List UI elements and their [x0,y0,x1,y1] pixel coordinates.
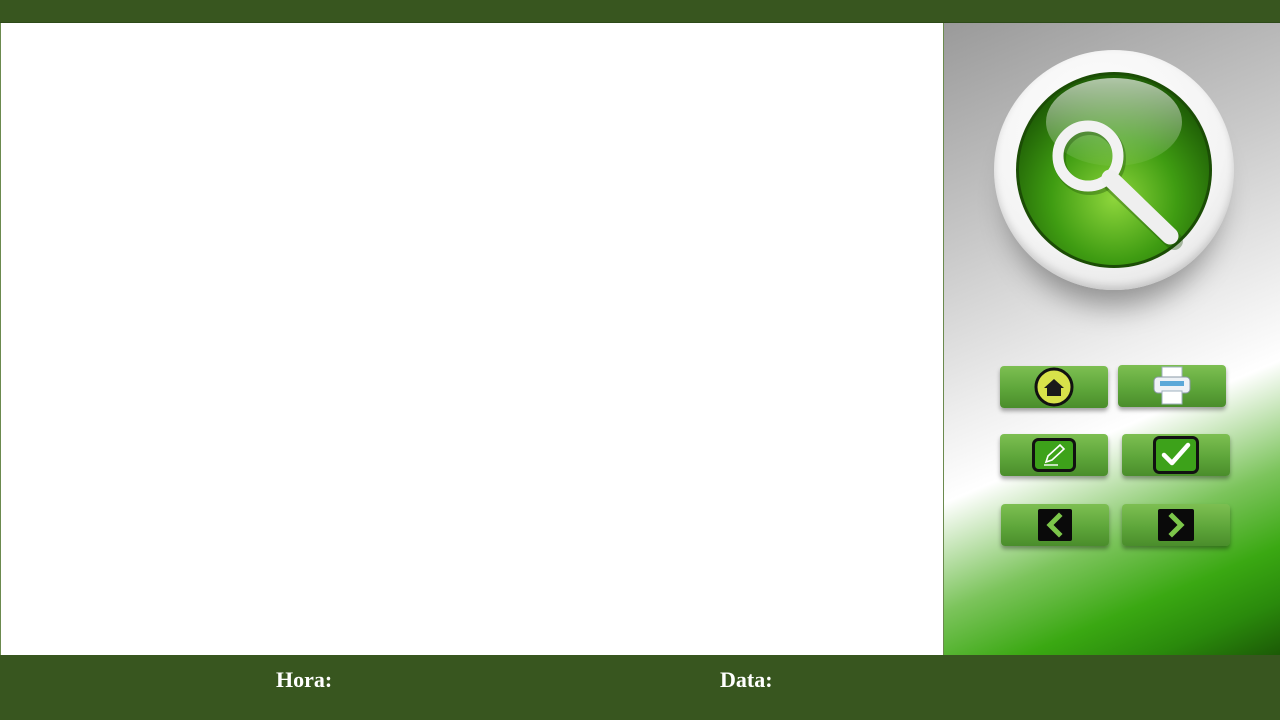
confirm-button[interactable] [1122,434,1230,476]
chevron-left-icon [1038,509,1072,541]
printer-icon [1153,366,1191,405]
home-icon [1034,367,1074,407]
top-bar [0,0,1280,23]
pencil-icon [1032,438,1076,472]
time-label: Hora: [276,667,333,692]
main-content-area [0,23,944,655]
date-label: Data: [720,667,773,692]
forward-button[interactable] [1122,504,1230,546]
chevron-right-icon [1158,509,1194,541]
back-button[interactable] [1001,504,1109,546]
print-button[interactable] [1118,365,1226,407]
footer-bar: Hora: Data: [0,655,1280,720]
checkmark-icon [1153,436,1199,474]
search-button[interactable] [994,50,1234,290]
home-button[interactable] [1000,366,1108,408]
side-panel [944,23,1280,655]
edit-button[interactable] [1000,434,1108,476]
search-icon [1016,72,1212,268]
